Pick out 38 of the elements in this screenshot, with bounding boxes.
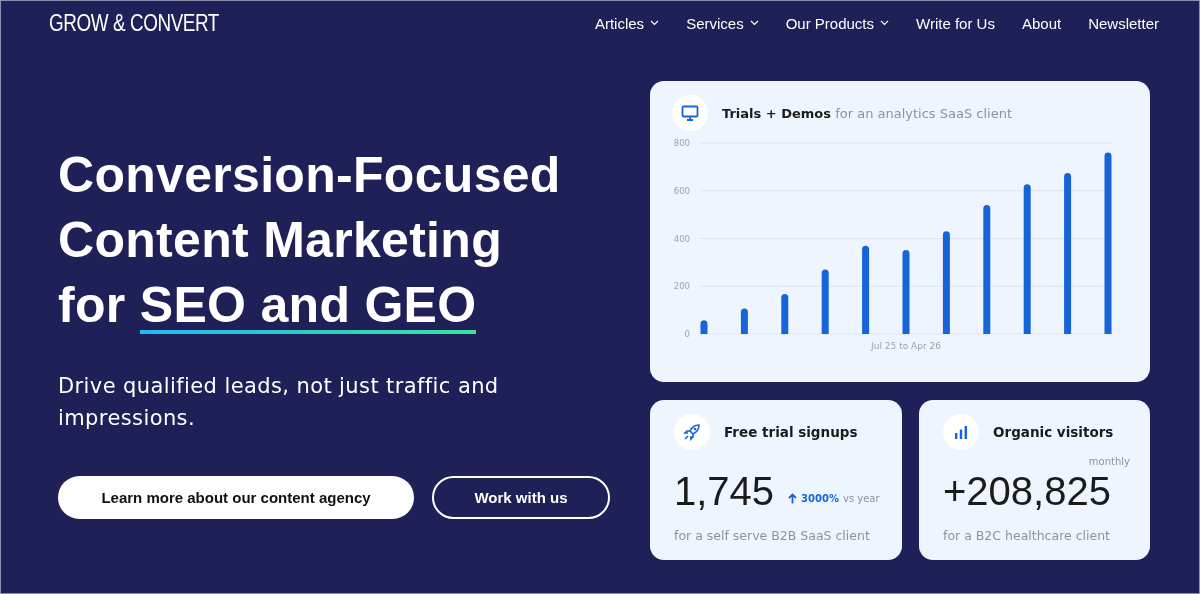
bar — [740, 308, 748, 334]
period-label: monthly — [1088, 456, 1130, 467]
logo[interactable]: GROW & CONVERT — [49, 9, 219, 37]
chevron-down-icon — [880, 20, 890, 26]
bar — [700, 320, 708, 334]
bar — [821, 269, 829, 334]
axis-label: 400 — [673, 233, 690, 244]
change-label: vs year — [842, 493, 880, 504]
headline: Conversion-Focused Content Marketing for SEO and GEO — [58, 146, 562, 336]
arrow-up-icon — [788, 493, 798, 504]
axis-title: Jul 25 to Apr 26 — [871, 341, 941, 351]
axis-label: 800 — [673, 138, 690, 148]
axis-label: 200 — [673, 281, 690, 292]
nav-link[interactable]: About — [1021, 14, 1062, 32]
stat-value: 1,745 — [674, 468, 775, 514]
nav-link[interactable]: Write for Us — [916, 14, 995, 32]
card-title: Trials + Demos for an analytics SaaS client — [722, 105, 1013, 121]
nav-link[interactable]: Newsletter — [1088, 14, 1159, 32]
agency-button[interactable]: Learn more about our content agency — [58, 476, 414, 519]
rocket-icon — [674, 414, 710, 450]
card-title: Free trial signups — [724, 424, 858, 440]
nav-link[interactable]: Services — [686, 14, 759, 32]
work-button[interactable]: Work with us — [432, 476, 610, 519]
axis-label: 0 — [684, 329, 690, 339]
subtitle: Drive qualified leads, not just traffic and impressions. — [58, 373, 500, 432]
axis-label: 600 — [673, 185, 690, 196]
chevron-down-icon — [749, 20, 759, 26]
nav-link[interactable]: Our Products — [785, 14, 890, 32]
stat-caption: for a self serve B2B SaaS client — [674, 528, 871, 543]
stat-value: +208,825 — [943, 468, 1111, 514]
change-value: 3000% — [801, 493, 839, 504]
nav-link[interactable]: Articles — [594, 14, 660, 32]
stat-caption: for a B2C healthcare client — [943, 528, 1111, 543]
card-title: Organic visitors — [993, 424, 1114, 440]
monitor-icon — [672, 95, 708, 131]
bar — [781, 294, 789, 334]
bar-chart-icon — [943, 414, 979, 450]
chevron-down-icon — [650, 20, 660, 26]
